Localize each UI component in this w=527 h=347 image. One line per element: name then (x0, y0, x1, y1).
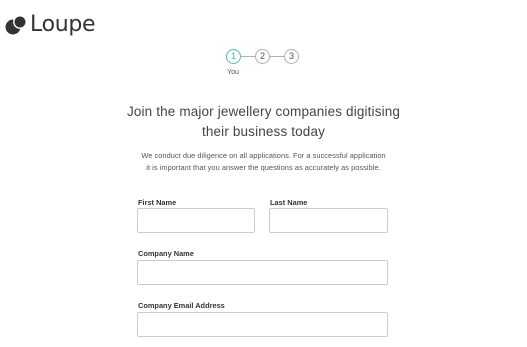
current-step-caption: You (227, 69, 239, 76)
step-2: 2 (255, 49, 270, 64)
company-email-input[interactable] (137, 312, 388, 337)
company-email-label: Company Email Address (138, 301, 225, 310)
step-connector (241, 56, 255, 57)
brand-logo[interactable]: Loupe (5, 12, 96, 38)
last-name-input[interactable] (269, 208, 388, 233)
company-name-input[interactable] (137, 260, 388, 285)
company-name-label: Company Name (138, 249, 194, 258)
loupe-logo-icon (5, 15, 27, 35)
last-name-label: Last Name (270, 198, 308, 207)
first-name-label: First Name (138, 198, 177, 207)
page-headline-line-1: Join the major jewellery companies digit… (126, 104, 401, 119)
first-name-input[interactable] (137, 208, 255, 233)
progress-stepper: 1 2 3 (224, 49, 302, 66)
brand-name: Loupe (30, 12, 96, 37)
step-1: 1 (226, 49, 241, 64)
intro-description-line-2: it is important that you answer the ques… (146, 163, 381, 172)
intro-description-line-1: We conduct due diligence on all applicat… (141, 151, 386, 160)
page-headline-line-2: their business today (201, 124, 326, 139)
step-3: 3 (284, 49, 299, 64)
step-connector (270, 56, 284, 57)
